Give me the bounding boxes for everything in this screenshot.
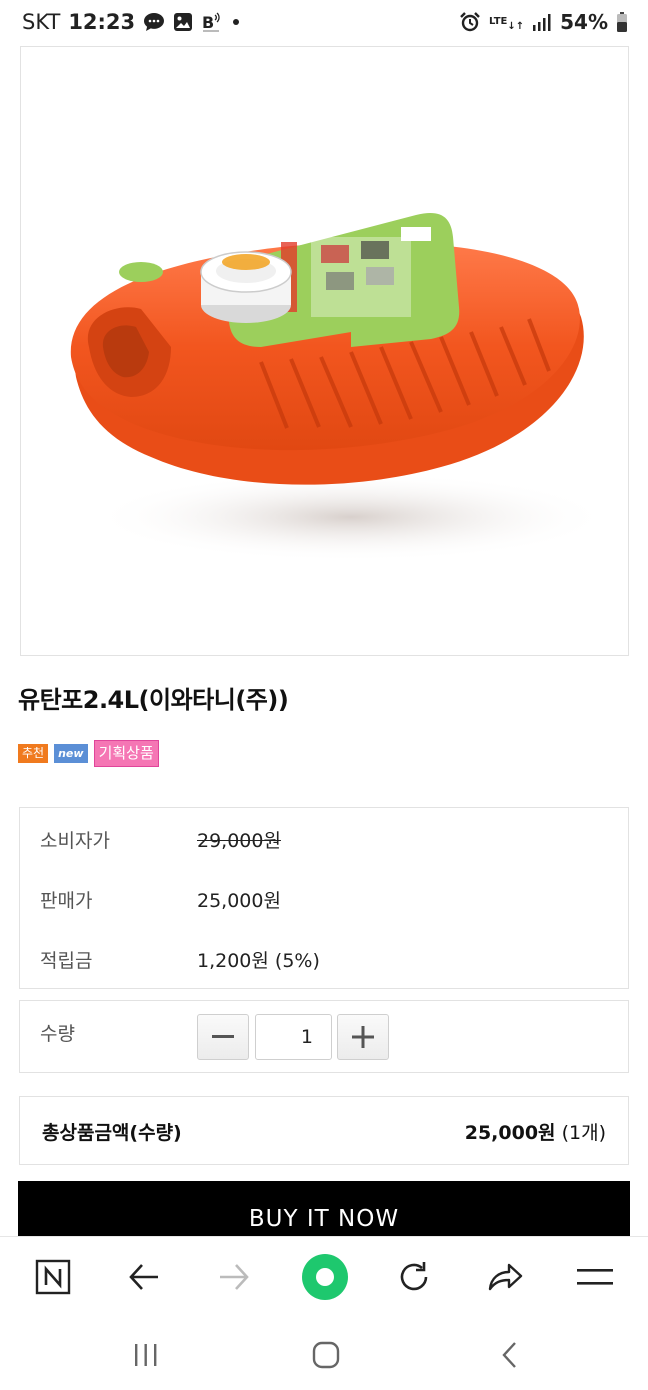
signal-icon [532, 12, 552, 32]
menu-icon[interactable] [573, 1255, 617, 1299]
recent-apps-icon[interactable] [126, 1338, 166, 1372]
badge-recommend: 추천 [18, 744, 49, 763]
gallery-icon [173, 12, 193, 32]
points-label: 적립금 [40, 950, 93, 972]
naver-home-icon[interactable] [31, 1255, 75, 1299]
page: SKT 12:23 B LTE ↓↑ 54% 유탄포2.4L(이와타니(주)) … [0, 0, 648, 1390]
hot-water-bottle-image [70, 213, 611, 562]
product-image[interactable] [20, 46, 629, 656]
lte-icon: LTE ↓↑ [488, 16, 525, 32]
total-amount: 25,000원 [464, 1122, 556, 1144]
svg-text:B: B [202, 13, 214, 32]
buy-it-now-button[interactable]: BUY IT NOW [18, 1181, 630, 1241]
sale-price-value: 25,000원 [197, 890, 281, 912]
status-left: SKT 12:23 B [22, 10, 241, 34]
share-icon[interactable] [483, 1255, 527, 1299]
chat-icon [143, 12, 165, 32]
back-arrow-icon[interactable] [122, 1255, 166, 1299]
browser-toolbar [0, 1236, 648, 1316]
total-value: 25,000원 (1개) [465, 1118, 606, 1145]
sale-price-label: 판매가 [40, 890, 93, 912]
status-right: LTE ↓↑ 54% [459, 10, 628, 34]
carrier-label: SKT [22, 10, 61, 34]
quantity-input[interactable]: 1 [255, 1014, 332, 1060]
plus-icon [352, 1026, 374, 1048]
badge-new: new [54, 744, 88, 763]
dot-icon [231, 17, 241, 27]
b-icon: B [201, 11, 223, 33]
consumer-price-value: 29,000원 [197, 830, 281, 852]
back-icon[interactable] [490, 1338, 530, 1372]
quantity-label: 수량 [40, 1023, 75, 1045]
badge-row: 추천 new 기획상품 [18, 740, 159, 767]
quantity-increase-button[interactable] [337, 1014, 389, 1060]
forward-arrow-icon[interactable] [212, 1255, 256, 1299]
minus-icon [212, 1035, 234, 1038]
home-icon[interactable] [306, 1338, 346, 1372]
total-box: 총상품금액(수량) 25,000원 (1개) [19, 1096, 629, 1165]
green-dot-icon[interactable] [300, 1252, 350, 1302]
battery-icon [616, 11, 628, 33]
alarm-icon [459, 11, 481, 33]
quantity-decrease-button[interactable] [197, 1014, 249, 1060]
quantity-box: 수량 1 [19, 1000, 629, 1073]
status-bar: SKT 12:23 B LTE ↓↑ 54% [0, 0, 648, 48]
total-count: (1개) [561, 1122, 606, 1144]
points-value: 1,200원 (5%) [197, 950, 320, 972]
product-title: 유탄포2.4L(이와타니(주)) [18, 686, 289, 714]
clock: 12:23 [68, 10, 136, 34]
consumer-price-label: 소비자가 [40, 830, 110, 852]
badge-planned: 기획상품 [93, 740, 159, 767]
system-nav-bar [0, 1316, 648, 1390]
refresh-icon[interactable] [392, 1255, 436, 1299]
total-label: 총상품금액(수량) [42, 1122, 182, 1144]
price-info-box: 소비자가 29,000원 판매가 25,000원 적립금 1,200원 (5%) [19, 807, 629, 989]
battery-percent: 54% [560, 10, 608, 34]
